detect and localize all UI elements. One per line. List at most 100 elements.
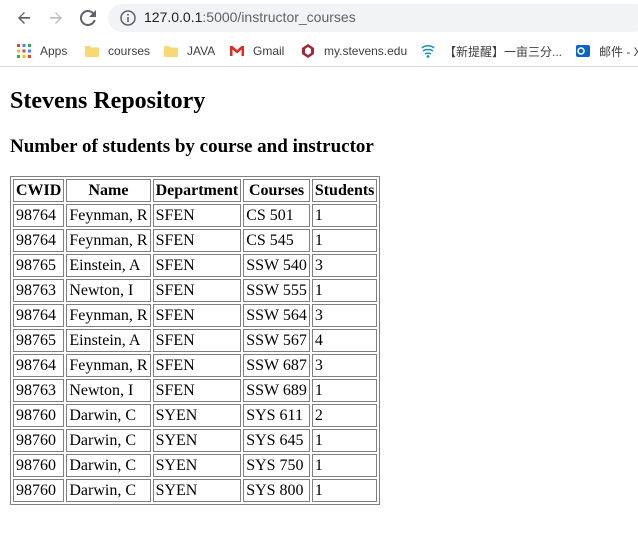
cell-name: Newton, I (66, 379, 151, 402)
back-button[interactable] (12, 6, 36, 30)
cell-course: SYS 645 (243, 429, 310, 452)
forward-arrow-icon (50, 12, 62, 24)
cell-department: SFEN (152, 304, 242, 327)
table-row: 98763 Newton, I SFEN SSW 555 1 (13, 279, 378, 302)
back-arrow-icon (18, 12, 30, 24)
cell-cwid: 98760 (13, 404, 65, 427)
cell-course: SSW 564 (243, 304, 310, 327)
cell-students: 1 (311, 479, 378, 502)
forward-button[interactable] (44, 6, 68, 30)
bookmark-label: Gmail (253, 44, 285, 58)
table-row: 98760 Darwin, C SYEN SYS 645 1 (13, 429, 378, 452)
cell-name: Darwin, C (66, 454, 151, 477)
cell-department: SFEN (152, 204, 242, 227)
cell-students: 1 (311, 279, 378, 302)
cell-department: SFEN (152, 329, 242, 352)
cell-name: Darwin, C (66, 429, 151, 452)
students-table: CWID Name Department Courses Students 98… (10, 176, 381, 505)
cell-students: 3 (311, 254, 378, 277)
cell-cwid: 98760 (13, 479, 65, 502)
address-bar[interactable]: 127.0.0.1:5000/instructor_courses (108, 4, 638, 32)
cell-department: SFEN (152, 229, 242, 252)
cell-cwid: 98764 (13, 229, 65, 252)
cell-course: CS 545 (243, 229, 310, 252)
folder-icon (84, 43, 100, 59)
bookmark-courses[interactable]: courses (84, 42, 150, 60)
cell-name: Darwin, C (66, 404, 151, 427)
bookmark-java[interactable]: JAVA (163, 42, 215, 60)
bookmark-label: Apps (40, 44, 68, 58)
cell-course: SYS 800 (243, 479, 310, 502)
url-host: 127.0.0.1 (144, 9, 203, 25)
cell-name: Feynman, R (66, 354, 151, 377)
bookmarks-bar: Apps courses JAVA Gmail my.stevens.edu 【… (0, 36, 638, 67)
outlook-icon (575, 43, 591, 59)
table-row: 98764 Feynman, R SFEN CS 545 1 (13, 229, 378, 252)
cell-students: 3 (311, 354, 378, 377)
bookmark-mystevens[interactable]: my.stevens.edu (300, 42, 407, 60)
table-row: 98760 Darwin, C SYEN SYS 800 1 (13, 479, 378, 502)
cell-department: SFEN (152, 254, 242, 277)
cell-name: Feynman, R (66, 204, 151, 227)
cell-name: Feynman, R (66, 304, 151, 327)
column-header-cwid: CWID (13, 179, 65, 202)
cell-cwid: 98765 (13, 254, 65, 277)
site-icon (420, 43, 436, 59)
cell-students: 1 (311, 229, 378, 252)
cell-course: SSW 567 (243, 329, 310, 352)
bookmark-outlook[interactable]: 邮件 - X (575, 42, 638, 60)
cell-students: 3 (311, 304, 378, 327)
cell-cwid: 98763 (13, 279, 65, 302)
table-row: 98765 Einstein, A SFEN SSW 567 4 (13, 329, 378, 352)
cell-cwid: 98760 (13, 454, 65, 477)
cell-department: SYEN (152, 429, 242, 452)
browser-toolbar: 127.0.0.1:5000/instructor_courses (0, 0, 638, 36)
cell-name: Darwin, C (66, 479, 151, 502)
cell-cwid: 98764 (13, 204, 65, 227)
bookmark-apps[interactable]: Apps (16, 42, 67, 60)
cell-course: SSW 540 (243, 254, 310, 277)
cell-students: 1 (311, 379, 378, 402)
cell-department: SYEN (152, 454, 242, 477)
column-header-students: Students (311, 179, 378, 202)
cell-department: SYEN (152, 404, 242, 427)
cell-name: Feynman, R (66, 229, 151, 252)
cell-cwid: 98764 (13, 304, 65, 327)
info-icon[interactable] (120, 10, 136, 26)
bookmark-label: 【新提醒】一亩三分... (444, 44, 563, 59)
cell-department: SFEN (152, 354, 242, 377)
cell-students: 2 (311, 404, 378, 427)
table-row: 98760 Darwin, C SYEN SYS 611 2 (13, 404, 378, 427)
cell-course: CS 501 (243, 204, 310, 227)
cell-students: 1 (311, 204, 378, 227)
table-row: 98763 Newton, I SFEN SSW 689 1 (13, 379, 378, 402)
cell-name: Newton, I (66, 279, 151, 302)
cell-cwid: 98765 (13, 329, 65, 352)
bookmark-forum[interactable]: 【新提醒】一亩三分... (420, 42, 562, 60)
cell-name: Einstein, A (66, 329, 151, 352)
url-text: 127.0.0.1:5000/instructor_courses (144, 9, 356, 25)
cell-course: SSW 689 (243, 379, 310, 402)
page-title: Stevens Repository (10, 88, 206, 114)
apps-grid-icon (16, 43, 32, 59)
reload-button[interactable] (76, 6, 100, 30)
cell-students: 1 (311, 429, 378, 452)
cell-students: 1 (311, 454, 378, 477)
table-row: 98764 Feynman, R SFEN SSW 564 3 (13, 304, 378, 327)
cell-department: SFEN (152, 379, 242, 402)
bookmark-gmail[interactable]: Gmail (229, 42, 284, 60)
table-row: 98764 Feynman, R SFEN SSW 687 3 (13, 354, 378, 377)
stevens-icon (300, 43, 316, 59)
column-header-department: Department (152, 179, 242, 202)
cell-course: SYS 750 (243, 454, 310, 477)
column-header-name: Name (66, 179, 151, 202)
cell-course: SSW 555 (243, 279, 310, 302)
folder-icon (163, 43, 179, 59)
cell-course: SSW 687 (243, 354, 310, 377)
cell-cwid: 98760 (13, 429, 65, 452)
cell-name: Einstein, A (66, 254, 151, 277)
bookmark-label: courses (108, 44, 151, 58)
table-row: 98765 Einstein, A SFEN SSW 540 3 (13, 254, 378, 277)
cell-department: SFEN (152, 279, 242, 302)
bookmark-label: 邮件 - X (599, 44, 638, 59)
